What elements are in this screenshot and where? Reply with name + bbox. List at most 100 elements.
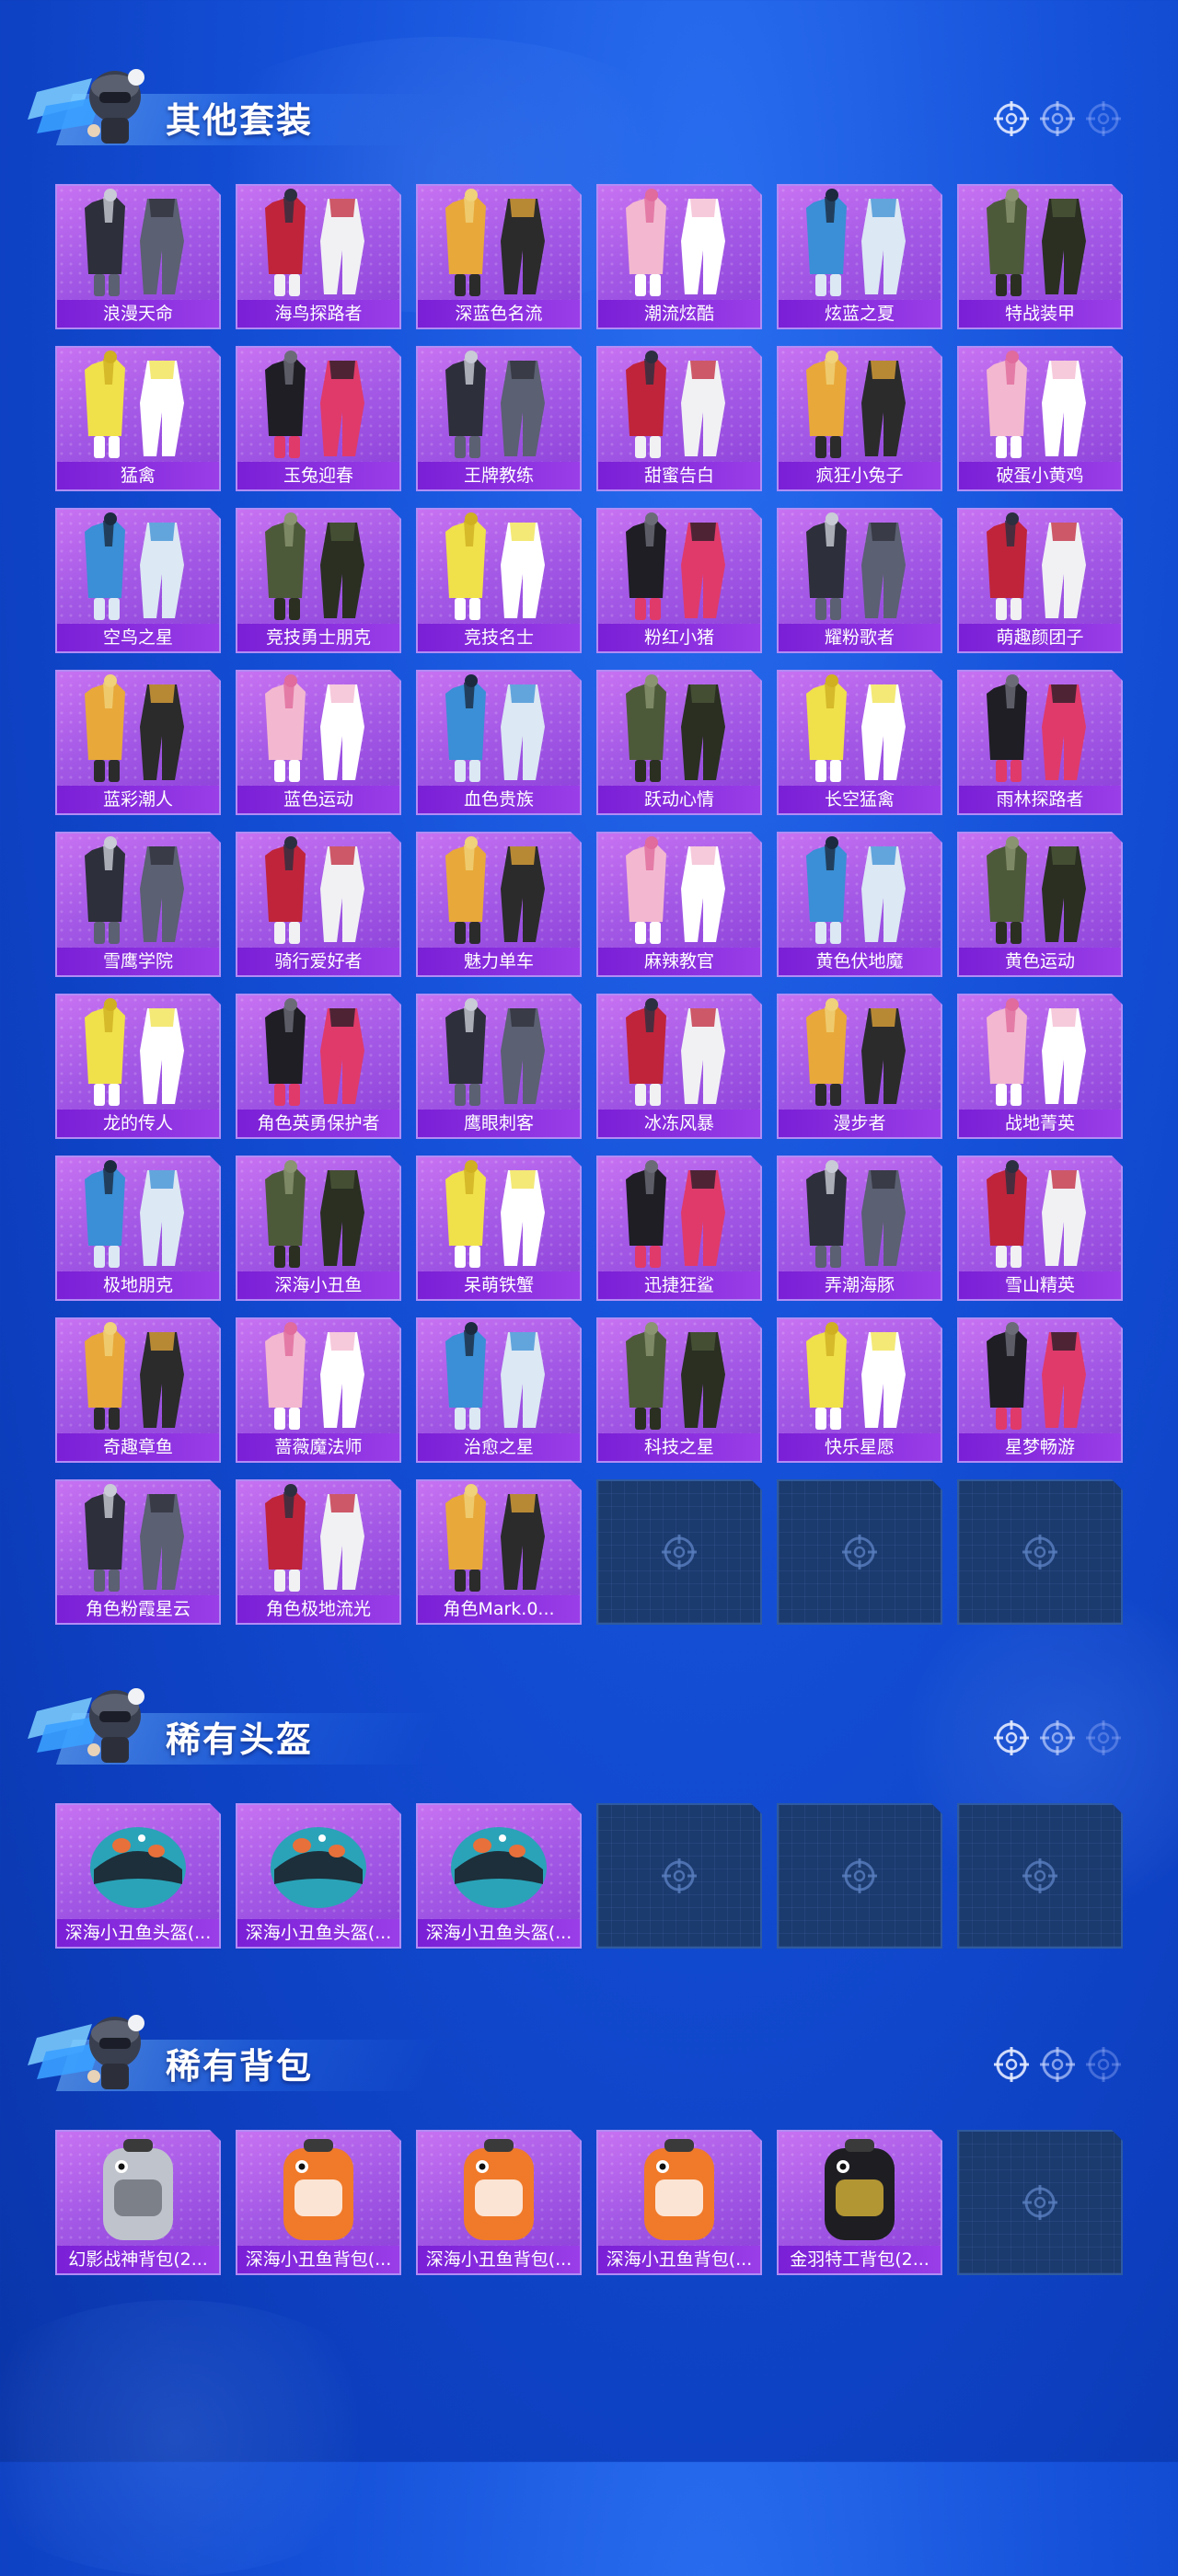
item-image: [779, 186, 941, 301]
outfit-card[interactable]: 跃动心情: [596, 670, 762, 815]
crosshair-icon: [840, 1533, 883, 1575]
item-label: 深海小丑鱼头盔(...: [57, 1919, 219, 1947]
outfit-card[interactable]: 蔷薇魔法师: [236, 1317, 401, 1463]
outfit-card[interactable]: 雪鹰学院: [55, 832, 221, 977]
outfit-card[interactable]: 星梦畅游: [957, 1317, 1123, 1463]
backpack-card[interactable]: 深海小丑鱼背包(...: [236, 2130, 401, 2275]
item-label: 耀粉歌者: [779, 624, 941, 651]
outfit-card[interactable]: 龙的传人: [55, 994, 221, 1139]
item-image: [779, 510, 941, 625]
item-image: [57, 186, 219, 301]
item-label: 空鸟之星: [57, 624, 219, 651]
outfit-card[interactable]: 科技之星: [596, 1317, 762, 1463]
item-image: [57, 510, 219, 625]
item-image: [959, 510, 1121, 625]
outfit-card[interactable]: 空鸟之星: [55, 508, 221, 653]
outfit-card[interactable]: 极地朋克: [55, 1156, 221, 1301]
item-label: 龙的传人: [57, 1110, 219, 1137]
outfit-card[interactable]: 快乐星愿: [777, 1317, 942, 1463]
outfit-card[interactable]: 治愈之星: [416, 1317, 582, 1463]
item-image: [418, 186, 580, 301]
outfit-card[interactable]: 竞技名士: [416, 508, 582, 653]
item-label: 星梦畅游: [959, 1433, 1121, 1461]
outfit-card[interactable]: 黄色伏地魔: [777, 832, 942, 977]
outfit-card[interactable]: 蓝色运动: [236, 670, 401, 815]
outfit-card[interactable]: 雨林探路者: [957, 670, 1123, 815]
item-image: [237, 672, 399, 787]
outfit-card[interactable]: 王牌教练: [416, 346, 582, 491]
outfit-card[interactable]: 战地菁英: [957, 994, 1123, 1139]
item-image: [57, 995, 219, 1110]
outfit-card[interactable]: 血色贵族: [416, 670, 582, 815]
outfit-card[interactable]: 弄潮海豚: [777, 1156, 942, 1301]
backpack-card[interactable]: 幻影战神背包(2...: [55, 2130, 221, 2275]
item-image: [779, 2132, 941, 2247]
outfit-card[interactable]: 甜蜜告白: [596, 346, 762, 491]
item-label: 蓝色运动: [237, 786, 399, 813]
item-label: 竞技勇士朋克: [237, 624, 399, 651]
outfit-card[interactable]: 特战装甲: [957, 184, 1123, 329]
outfit-card[interactable]: 鹰眼刺客: [416, 994, 582, 1139]
outfit-card[interactable]: 麻辣教官: [596, 832, 762, 977]
item-image: [598, 186, 760, 301]
outfit-card[interactable]: 角色Mark.0...: [416, 1479, 582, 1625]
item-label: 甜蜜告白: [598, 462, 760, 489]
section-header: 稀有背包: [28, 2001, 1160, 2102]
item-label: 弄潮海豚: [779, 1271, 941, 1299]
item-image: [237, 510, 399, 625]
item-image: [237, 186, 399, 301]
section-title: 稀有头盔: [166, 1719, 314, 1760]
outfit-card[interactable]: 粉红小猪: [596, 508, 762, 653]
outfit-card[interactable]: 角色极地流光: [236, 1479, 401, 1625]
outfit-card[interactable]: 漫步者: [777, 994, 942, 1139]
outfit-card[interactable]: 冰冻风暴: [596, 994, 762, 1139]
outfit-card[interactable]: 炫蓝之夏: [777, 184, 942, 329]
helmet-card[interactable]: 深海小丑鱼头盔(...: [236, 1803, 401, 1949]
item-image: [57, 672, 219, 787]
item-image: [418, 348, 580, 463]
helmet-card[interactable]: 深海小丑鱼头盔(...: [55, 1803, 221, 1949]
backpack-card[interactable]: 金羽特工背包(2...: [777, 2130, 942, 2275]
item-label: 王牌教练: [418, 462, 580, 489]
outfit-card[interactable]: 玉兔迎春: [236, 346, 401, 491]
outfit-card[interactable]: 奇趣章鱼: [55, 1317, 221, 1463]
item-image: [57, 1805, 219, 1920]
crosshair-icon: [1084, 99, 1123, 138]
outfit-card[interactable]: 雪山精英: [957, 1156, 1123, 1301]
outfit-card[interactable]: 破蛋小黄鸡: [957, 346, 1123, 491]
outfit-card[interactable]: 长空猛禽: [777, 670, 942, 815]
item-image: [237, 348, 399, 463]
outfit-card[interactable]: 蓝彩潮人: [55, 670, 221, 815]
outfit-card[interactable]: 黄色运动: [957, 832, 1123, 977]
helmet-card[interactable]: 深海小丑鱼头盔(...: [416, 1803, 582, 1949]
outfit-card[interactable]: 竞技勇士朋克: [236, 508, 401, 653]
backpack-card[interactable]: 深海小丑鱼背包(...: [416, 2130, 582, 2275]
outfit-card[interactable]: 魅力单车: [416, 832, 582, 977]
item-label: 萌趣颜团子: [959, 624, 1121, 651]
outfit-card[interactable]: 潮流炫酷: [596, 184, 762, 329]
item-label: 角色极地流光: [237, 1595, 399, 1623]
empty-slot: [957, 2130, 1123, 2275]
outfit-card[interactable]: 猛禽: [55, 346, 221, 491]
outfit-card[interactable]: 骑行爱好者: [236, 832, 401, 977]
outfit-card[interactable]: 角色粉霞星云: [55, 1479, 221, 1625]
backpack-card[interactable]: 深海小丑鱼背包(...: [596, 2130, 762, 2275]
crosshair-group: [992, 2045, 1123, 2084]
item-label: 雨林探路者: [959, 786, 1121, 813]
outfit-card[interactable]: 深蓝色名流: [416, 184, 582, 329]
item-image: [237, 1319, 399, 1434]
item-image: [598, 1157, 760, 1272]
mascot-icon: [28, 2001, 166, 2093]
outfit-card[interactable]: 萌趣颜团子: [957, 508, 1123, 653]
outfit-card[interactable]: 浪漫天命: [55, 184, 221, 329]
outfit-card[interactable]: 疯狂小兔子: [777, 346, 942, 491]
outfit-card[interactable]: 海鸟探路者: [236, 184, 401, 329]
outfit-card[interactable]: 呆萌铁蟹: [416, 1156, 582, 1301]
outfit-card[interactable]: 深海小丑鱼: [236, 1156, 401, 1301]
outfit-card[interactable]: 角色英勇保护者: [236, 994, 401, 1139]
crosshair-icon: [992, 99, 1031, 138]
outfit-card[interactable]: 迅捷狂鲨: [596, 1156, 762, 1301]
outfit-card[interactable]: 耀粉歌者: [777, 508, 942, 653]
crosshair-icon: [992, 2045, 1031, 2084]
crosshair-icon: [1038, 1719, 1077, 1757]
